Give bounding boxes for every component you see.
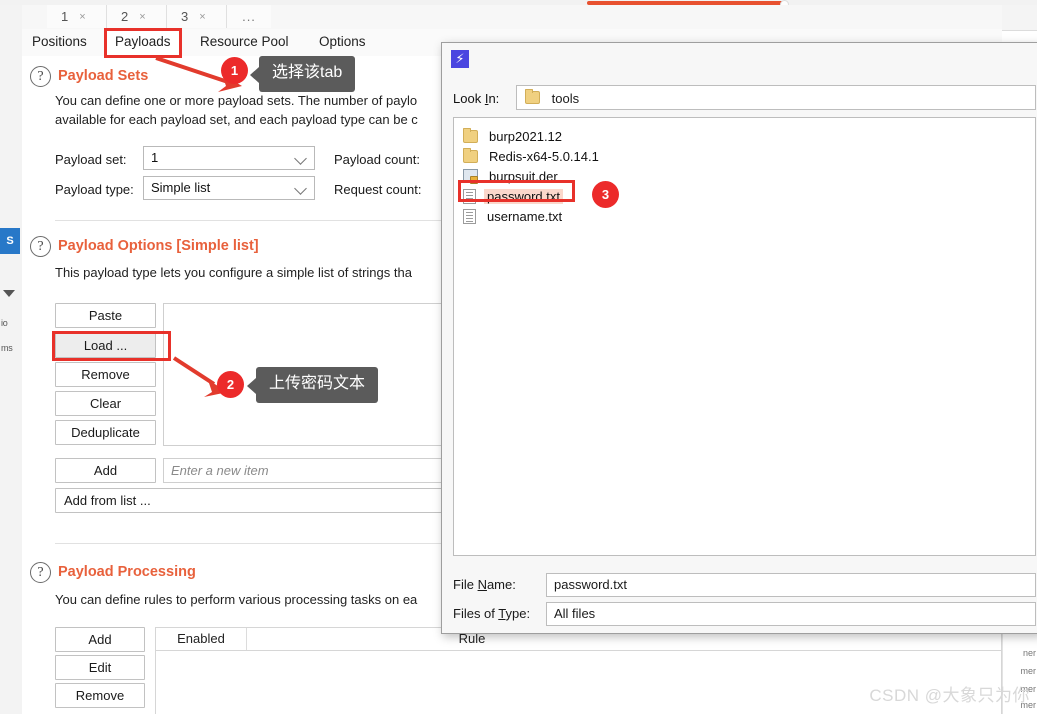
tab-resource-pool[interactable]: Resource Pool xyxy=(190,29,299,55)
list-item[interactable]: burp2021.12 xyxy=(463,126,565,146)
processing-edit-button[interactable]: Edit xyxy=(55,655,145,680)
column-header-enabled[interactable]: Enabled xyxy=(156,628,246,650)
payload-set-select[interactable]: 1 xyxy=(143,146,315,170)
file-name: password.txt xyxy=(484,188,563,204)
files-of-type-select[interactable]: All files xyxy=(546,602,1036,626)
remove-button[interactable]: Remove xyxy=(55,362,156,387)
screenshot-root: ner mer mer mer S io ms 1 × 2 × 3 × ... … xyxy=(0,0,1037,714)
deduplicate-button[interactable]: Deduplicate xyxy=(55,420,156,445)
processing-add-button[interactable]: Add xyxy=(55,627,145,652)
watermark: CSDN @大象只为你 xyxy=(869,686,1030,705)
dialog-titlebar: ⚡ xyxy=(442,43,1037,74)
sidebar-text-fragment: ms xyxy=(1,343,13,353)
attack-tab-label: ... xyxy=(242,9,256,24)
folder-icon xyxy=(463,147,478,163)
file-name-input[interactable]: password.txt xyxy=(546,573,1036,597)
look-in-value: tools xyxy=(551,91,580,106)
help-icon[interactable]: ? xyxy=(30,236,51,257)
payload-sets-desc-line2: available for each payload set, and each… xyxy=(55,112,418,127)
list-item[interactable]: burpsuit.der xyxy=(463,166,561,186)
annotation-badge-2: 2 xyxy=(217,371,244,398)
list-item[interactable]: Redis-x64-5.0.14.1 xyxy=(463,146,602,166)
payload-set-label: Payload set: xyxy=(55,152,127,167)
payload-count-label: Payload count: xyxy=(334,152,421,167)
file-name: burpsuit.der xyxy=(489,168,558,184)
chevron-down-icon[interactable] xyxy=(3,290,15,297)
folder-icon xyxy=(525,89,540,104)
file-icon xyxy=(463,208,476,224)
payload-processing-title: Payload Processing xyxy=(58,564,196,580)
tab-payloads[interactable]: Payloads xyxy=(105,29,181,55)
payload-type-label: Payload type: xyxy=(55,182,134,197)
sidebar-tab-s[interactable]: S xyxy=(0,228,20,254)
file-list[interactable]: burp2021.12 Redis-x64-5.0.14.1 burpsuit.… xyxy=(453,117,1036,556)
close-icon[interactable]: × xyxy=(199,11,205,23)
payload-sets-title: Payload Sets xyxy=(58,68,149,84)
payload-options-desc: This payload type lets you configure a s… xyxy=(55,265,412,280)
file-name: username.txt xyxy=(487,208,563,224)
tab-positions[interactable]: Positions xyxy=(22,29,97,55)
help-icon[interactable]: ? xyxy=(30,66,51,87)
sidebar-text-fragment: io xyxy=(1,318,8,328)
chevron-down-icon xyxy=(294,152,307,165)
paste-button[interactable]: Paste xyxy=(55,303,156,328)
payload-sets-desc-line1: You can define one or more payload sets.… xyxy=(55,93,418,108)
file-name-label: File Name: xyxy=(453,577,516,592)
file-chooser-dialog: ⚡ Look In: tools burp2021.12 Redis-x64-5… xyxy=(441,42,1037,634)
clear-button[interactable]: Clear xyxy=(55,391,156,416)
app-icon: ⚡ xyxy=(451,50,469,68)
list-item-selected[interactable]: password.txt xyxy=(463,186,563,206)
request-count-label: Request count: xyxy=(334,182,422,197)
close-icon[interactable]: × xyxy=(139,11,145,23)
attack-tab-label: 3 xyxy=(181,9,189,24)
close-icon[interactable]: × xyxy=(79,11,85,23)
annotation-badge-3: 3 xyxy=(592,181,619,208)
attack-tab-bar: 1 × 2 × 3 × ... xyxy=(22,5,1002,30)
attack-tab-1[interactable]: 1 × xyxy=(47,5,107,28)
add-button[interactable]: Add xyxy=(55,458,156,483)
annotation-callout-1: 选择该tab xyxy=(249,56,356,92)
help-icon[interactable]: ? xyxy=(30,562,51,583)
attack-tab-label: 2 xyxy=(121,9,129,24)
processing-remove-button[interactable]: Remove xyxy=(55,683,145,708)
load-button[interactable]: Load ... xyxy=(55,333,156,358)
payload-type-value: Simple list xyxy=(151,180,211,195)
payload-options-title: Payload Options [Simple list] xyxy=(58,238,259,254)
right-edge-text: mer xyxy=(1020,666,1037,676)
files-of-type-label: Files of Type: xyxy=(453,606,531,621)
attack-tab-2[interactable]: 2 × xyxy=(107,5,167,28)
annotation-badge-1: 1 xyxy=(221,57,248,84)
chevron-down-icon xyxy=(294,182,307,195)
annotation-callout-2: 上传密码文本 xyxy=(246,367,379,403)
attack-tab-3[interactable]: 3 × xyxy=(167,5,227,28)
folder-icon xyxy=(463,127,478,143)
file-name: Redis-x64-5.0.14.1 xyxy=(489,148,599,164)
attack-tab-label: 1 xyxy=(61,9,69,24)
look-in-select[interactable]: tools xyxy=(516,85,1036,110)
list-item[interactable]: username.txt xyxy=(463,206,565,226)
right-edge-text: ner xyxy=(1022,648,1036,658)
payload-set-value: 1 xyxy=(151,150,159,165)
tab-options[interactable]: Options xyxy=(309,29,376,55)
file-name: burp2021.12 xyxy=(489,128,563,144)
payload-processing-desc: You can define rules to perform various … xyxy=(55,592,418,607)
file-icon xyxy=(463,188,476,204)
look-in-label: Look In: xyxy=(453,91,500,106)
payload-type-select[interactable]: Simple list xyxy=(143,176,315,200)
left-sidebar-rail xyxy=(0,0,23,714)
certificate-icon xyxy=(463,169,478,184)
attack-tab-more[interactable]: ... xyxy=(227,5,271,28)
